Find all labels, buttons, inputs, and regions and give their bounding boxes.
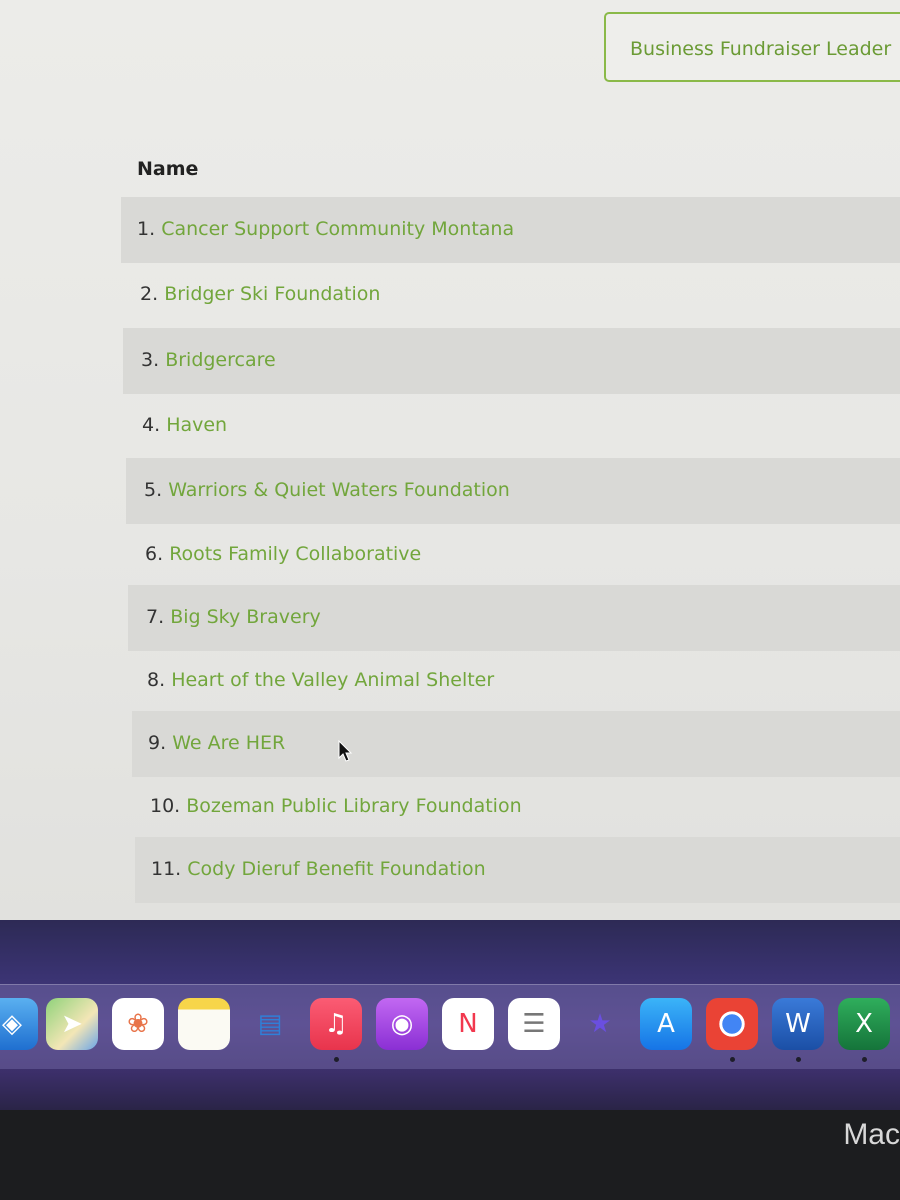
list-row: 4. Haven [124,393,900,459]
list-row: 10. Bozeman Public Library Foundation [133,774,900,840]
safari-icon[interactable]: ◈ [0,998,38,1050]
list-item: 9. We Are HER [148,732,285,754]
running-indicator [862,1057,867,1062]
organization-link[interactable]: Cody Dieruf Benefit Foundation [187,858,485,880]
word-icon[interactable]: W [772,998,824,1050]
running-indicator [730,1057,735,1062]
list-item: 8. Heart of the Valley Animal Shelter [147,669,494,691]
rank-number: 3. [141,349,160,371]
organization-link[interactable]: Heart of the Valley Animal Shelter [171,669,494,691]
list-row: 8. Heart of the Valley Animal Shelter [129,648,900,714]
organization-link[interactable]: Bozeman Public Library Foundation [186,795,521,817]
list-item: 10. Bozeman Public Library Foundation [150,795,522,817]
running-indicator [334,1057,339,1062]
news-icon[interactable]: N [442,998,494,1050]
rank-number: 7. [146,606,165,628]
organization-link[interactable]: Haven [166,414,227,436]
organization-link[interactable]: Bridgercare [165,349,276,371]
organization-link[interactable]: Roots Family Collaborative [169,543,421,565]
list-item: 5. Warriors & Quiet Waters Foundation [144,479,510,501]
rank-number: 8. [147,669,166,691]
list-item: 4. Haven [142,414,227,436]
running-indicator [796,1057,801,1062]
keynote-icon[interactable]: ▤ [244,998,296,1050]
browser-page: Business Fundraiser Leader Name 1. Cance… [0,0,900,920]
imovie-icon[interactable]: ★ [574,998,626,1050]
rank-number: 5. [144,479,163,501]
rank-number: 6. [145,543,164,565]
bezel-label: Mac [843,1118,900,1151]
chrome-icon[interactable] [706,998,758,1050]
mouse-pointer-icon [338,740,353,762]
list-item: 3. Bridgercare [141,349,276,371]
organization-link[interactable]: Big Sky Bravery [170,606,321,628]
list-row: 3. Bridgercare [123,328,900,394]
list-row: 6. Roots Family Collaborative [127,522,900,588]
rank-number: 1. [137,218,156,240]
list-item: 1. Cancer Support Community Montana [137,218,514,240]
organization-link[interactable]: Warriors & Quiet Waters Foundation [168,479,510,501]
list-row: 7. Big Sky Bravery [128,585,900,651]
app-store-icon[interactable]: A [640,998,692,1050]
list-row: 5. Warriors & Quiet Waters Foundation [126,458,900,524]
organization-link[interactable]: We Are HER [172,732,285,754]
rank-number: 9. [148,732,167,754]
notes-icon[interactable] [178,998,230,1050]
maps-icon[interactable]: ➤ [46,998,98,1050]
organization-link[interactable]: Cancer Support Community Montana [161,218,514,240]
list-item: 2. Bridger Ski Foundation [140,283,380,305]
list-row: 9. We Are HER [132,711,900,777]
list-row: 1. Cancer Support Community Montana [121,197,900,263]
rank-number: 10. [150,795,181,817]
rank-number: 11. [151,858,182,880]
podcasts-icon[interactable]: ◉ [376,998,428,1050]
organization-link[interactable]: Bridger Ski Foundation [164,283,380,305]
rank-number: 2. [140,283,159,305]
photos-icon[interactable]: ❀ [112,998,164,1050]
reminders-icon[interactable]: ☰ [508,998,560,1050]
rank-number: 4. [142,414,161,436]
list-row: 2. Bridger Ski Foundation [122,262,900,328]
music-icon[interactable]: ♫ [310,998,362,1050]
list-item: 6. Roots Family Collaborative [145,543,421,565]
list-item: 7. Big Sky Bravery [146,606,321,628]
fundraiser-list: 1. Cancer Support Community Montana 2. Br… [0,0,900,920]
excel-icon[interactable]: X [838,998,890,1050]
list-item: 11. Cody Dieruf Benefit Foundation [151,858,486,880]
list-row: 11. Cody Dieruf Benefit Foundation [135,837,900,903]
